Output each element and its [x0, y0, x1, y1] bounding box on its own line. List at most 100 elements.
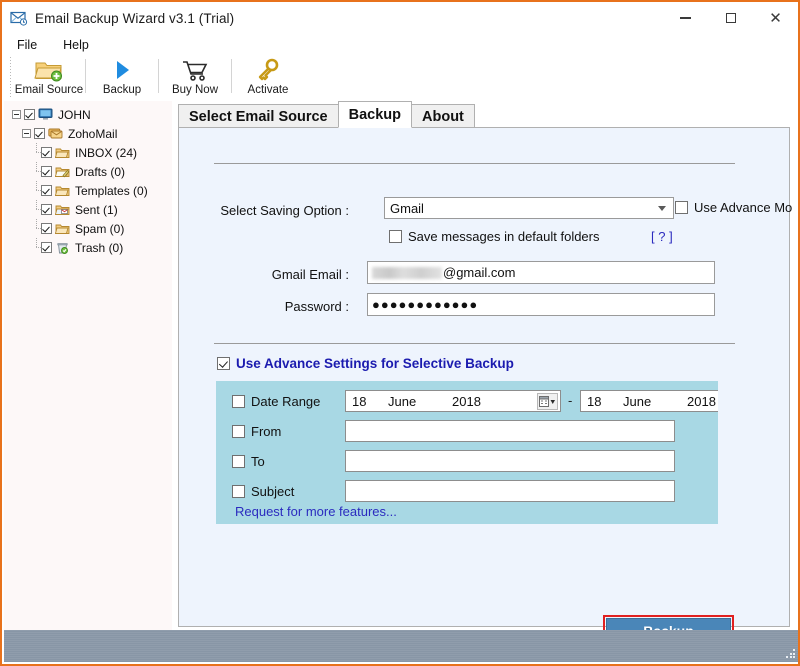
save-default-folders-checkbox[interactable]: Save messages in default folders [389, 229, 600, 244]
subject-filter-input[interactable] [345, 480, 675, 502]
tree-node-folder[interactable]: INBOX (24) [4, 143, 172, 162]
toolbar-button-email-source[interactable]: Email Source [13, 56, 85, 100]
use-advance-mode-checkbox[interactable]: Use Advance Mo [675, 200, 792, 215]
tree-label: Drafts (0) [75, 164, 126, 179]
templates-folder-icon [54, 184, 70, 197]
checkbox-box[interactable] [232, 455, 245, 468]
toolbar-button-backup[interactable]: Backup [86, 56, 158, 100]
collapse-toggle-icon[interactable] [22, 129, 31, 138]
toolbar-button-activate[interactable]: Activate [232, 56, 304, 100]
tree-connector [32, 181, 41, 200]
date-range-to-input[interactable]: 18 June 2018 [580, 390, 718, 412]
tree-checkbox[interactable] [41, 242, 52, 253]
maximize-button[interactable] [708, 2, 753, 34]
request-features-link[interactable]: Request for more features... [235, 504, 397, 519]
collapse-toggle-icon[interactable] [12, 110, 21, 119]
checkbox-box[interactable] [675, 201, 688, 214]
to-filter-label: To [251, 454, 265, 469]
save-default-folders-label: Save messages in default folders [408, 229, 600, 244]
password-input[interactable]: ●●●●●●●●●●●● [367, 293, 715, 316]
date-range-separator: - [568, 393, 573, 408]
tree-connector [32, 219, 41, 238]
mail-stack-icon [48, 127, 63, 140]
to-filter-input[interactable] [345, 450, 675, 472]
maximize-icon [725, 13, 736, 23]
saving-option-select[interactable]: Gmail [384, 197, 674, 219]
close-icon: ✕ [769, 9, 782, 27]
computer-icon [38, 108, 53, 121]
chevron-down-icon [658, 206, 666, 211]
play-triangle-icon [110, 58, 134, 82]
status-bar [4, 630, 798, 662]
from-year: 2018 [452, 393, 481, 409]
tree-checkbox[interactable] [41, 223, 52, 234]
tree-checkbox[interactable] [41, 166, 52, 177]
saving-option-value: Gmail [390, 200, 424, 216]
tree-node-folder[interactable]: Templates (0) [4, 181, 172, 200]
folder-add-icon [34, 58, 64, 82]
checkbox-box[interactable] [232, 425, 245, 438]
menu-item-file[interactable]: File [6, 36, 48, 54]
checkbox-box[interactable] [389, 230, 402, 243]
tree-node-account[interactable]: ZohoMail [4, 124, 172, 143]
calendar-icon[interactable] [537, 393, 558, 410]
from-filter-input[interactable] [345, 420, 675, 442]
toolbar: Email Source Backup Buy Now Activate [2, 56, 798, 101]
key-icon [255, 58, 281, 82]
tree-checkbox[interactable] [41, 185, 52, 196]
tree-label: INBOX (24) [75, 145, 138, 160]
tree-node-folder[interactable]: Drafts (0) [4, 162, 172, 181]
date-range-label: Date Range [251, 394, 321, 409]
tab-bar: Select Email Source Backup About [178, 101, 475, 128]
tab-select-email-source[interactable]: Select Email Source [178, 104, 339, 128]
tree-checkbox[interactable] [41, 147, 52, 158]
tree-connector [32, 162, 41, 181]
tab-backup[interactable]: Backup [337, 101, 413, 128]
tree-checkbox[interactable] [24, 109, 35, 120]
tree-node-folder[interactable]: Sent (1) [4, 200, 172, 219]
tree-checkbox[interactable] [34, 128, 45, 139]
inbox-folder-icon [54, 146, 70, 159]
password-value: ●●●●●●●●●●●● [372, 297, 479, 312]
from-month: June [388, 393, 417, 409]
menu-item-help[interactable]: Help [52, 36, 100, 54]
drafts-folder-icon [54, 165, 70, 178]
resize-grip[interactable] [786, 649, 796, 659]
subject-filter-checkbox[interactable]: Subject [232, 484, 294, 499]
application-window: Email Backup Wizard v3.1 (Trial) ✕ File … [0, 0, 800, 666]
tree-label: ZohoMail [68, 126, 118, 141]
date-range-from-input[interactable]: 18 June 2018 [345, 390, 561, 412]
to-month: June [623, 393, 652, 409]
tree-node-root[interactable]: JOHN [4, 105, 172, 124]
tree-node-folder[interactable]: Trash (0) [4, 238, 172, 257]
close-button[interactable]: ✕ [753, 2, 798, 34]
tree-connector [32, 238, 41, 257]
tree-node-folder[interactable]: Spam (0) [4, 219, 172, 238]
checkbox-box[interactable] [232, 485, 245, 498]
tree-label: Spam (0) [75, 221, 125, 236]
use-advance-settings-checkbox[interactable]: Use Advance Settings for Selective Backu… [217, 356, 514, 371]
saving-option-label: Select Saving Option : [220, 203, 349, 218]
content-area: Select Email Source Backup About Select … [174, 101, 798, 647]
tree-connector [32, 200, 41, 219]
help-marker[interactable]: [ ? ] [651, 229, 673, 244]
date-range-checkbox[interactable]: Date Range [232, 394, 320, 409]
from-filter-checkbox[interactable]: From [232, 424, 281, 439]
toolbar-label: Email Source [14, 84, 84, 96]
toolbar-label: Backup [102, 84, 142, 96]
from-day: 18 [352, 393, 367, 409]
minimize-button[interactable] [663, 2, 708, 34]
to-filter-checkbox[interactable]: To [232, 454, 265, 469]
envelope-icon [10, 9, 28, 27]
gmail-email-input[interactable]: @gmail.com [367, 261, 715, 284]
checkbox-box[interactable] [232, 395, 245, 408]
menu-bar: File Help [2, 34, 798, 57]
checkbox-box[interactable] [217, 357, 230, 370]
toolbar-button-buy-now[interactable]: Buy Now [159, 56, 231, 100]
tree-connector [32, 143, 41, 162]
redacted-email-prefix [372, 266, 442, 279]
tree-checkbox[interactable] [41, 204, 52, 215]
toolbar-label: Buy Now [171, 84, 219, 96]
spam-folder-icon [54, 222, 70, 235]
tab-about[interactable]: About [411, 104, 475, 128]
